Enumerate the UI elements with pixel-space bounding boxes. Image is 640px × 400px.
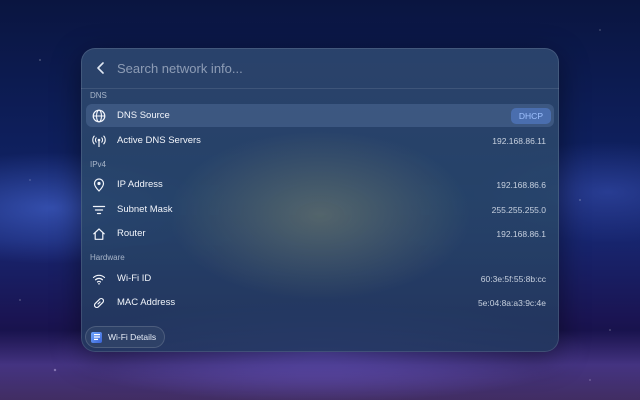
row-value: 192.168.86.1 xyxy=(496,228,546,239)
row-dns-source[interactable]: DNS Source DHCP xyxy=(86,104,554,127)
row-active-dns-servers[interactable]: Active DNS Servers 192.168.86.11 xyxy=(86,129,554,152)
section-header-hardware: Hardware xyxy=(90,253,125,262)
search-bar xyxy=(81,48,559,89)
row-value: 192.168.86.11 xyxy=(492,135,546,146)
dhcp-badge: DHCP xyxy=(510,107,551,124)
network-info-panel: DNS DNS Source DHCP Active DNS Servers 1… xyxy=(81,48,559,352)
globe-icon xyxy=(90,107,108,125)
search-input[interactable] xyxy=(115,53,559,83)
section-header-ipv4: IPv4 xyxy=(90,160,107,169)
row-value: 5e:04:8a:a3:9c:4e xyxy=(477,297,546,308)
row-label: Wi-Fi ID xyxy=(117,273,152,284)
row-value: 255.255.255.0 xyxy=(491,204,546,215)
link-icon xyxy=(90,294,108,312)
filter-lines-icon xyxy=(90,201,108,219)
wifi-details-label: Wi-Fi Details xyxy=(108,332,157,342)
row-subnet-mask[interactable]: Subnet Mask 255.255.255.0 xyxy=(86,198,554,221)
row-label: MAC Address xyxy=(117,297,176,308)
row-label: IP Address xyxy=(117,179,163,190)
row-wifi-id[interactable]: Wi-Fi ID 60:3e:5f:55:8b:cc xyxy=(86,267,554,290)
wifi-icon xyxy=(90,270,108,288)
row-label: DNS Source xyxy=(117,110,170,121)
row-label: Router xyxy=(117,228,146,239)
chevron-left-icon[interactable] xyxy=(87,62,115,74)
row-router[interactable]: Router 192.168.86.1 xyxy=(86,222,554,245)
wifi-details-icon xyxy=(91,331,102,343)
row-mac-address[interactable]: MAC Address 5e:04:8a:a3:9c:4e xyxy=(86,291,554,314)
row-ip-address[interactable]: IP Address 192.168.86.6 xyxy=(86,173,554,196)
section-header-dns: DNS xyxy=(90,91,107,100)
home-icon xyxy=(90,225,108,243)
row-value: 60:3e:5f:55:8b:cc xyxy=(480,273,546,284)
row-value: 192.168.86.6 xyxy=(496,179,546,190)
broadcast-icon xyxy=(90,132,108,150)
location-pin-icon xyxy=(90,176,108,194)
row-label: Subnet Mask xyxy=(117,204,173,215)
wifi-details-button[interactable]: Wi-Fi Details xyxy=(85,326,166,348)
row-label: Active DNS Servers xyxy=(117,135,201,146)
